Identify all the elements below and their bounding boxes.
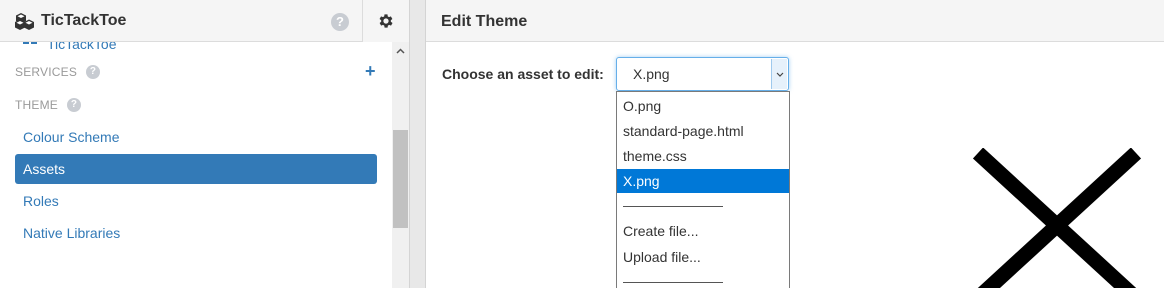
- asset-select-value: X.png: [633, 66, 670, 82]
- asset-select-label: Choose an asset to edit:: [442, 66, 604, 82]
- theme-label: THEME: [15, 98, 58, 112]
- app-root: TicTackToe ? TicTackToe SERVICES ? + THE…: [0, 0, 1164, 288]
- sidebar-header: TicTackToe ?: [0, 0, 409, 42]
- select-arrow-button[interactable]: [771, 59, 787, 89]
- option-upload-file[interactable]: Upload file...: [617, 245, 789, 269]
- theme-section-header: THEME ?: [15, 98, 81, 112]
- gear-icon: [379, 14, 393, 28]
- sidebar-item-label: TicTackToe: [47, 42, 117, 52]
- asset-select[interactable]: X.png: [616, 57, 789, 91]
- theme-help-icon[interactable]: ?: [67, 98, 81, 112]
- scroll-up-button[interactable]: [392, 42, 409, 59]
- help-icon[interactable]: ?: [331, 13, 349, 31]
- sidebar-item-assets[interactable]: Assets: [15, 154, 377, 184]
- option-theme-css[interactable]: theme.css: [617, 144, 789, 168]
- option-x-png[interactable]: X.png: [617, 169, 789, 193]
- dropdown-separator: [623, 206, 723, 207]
- app-logo-icon: [15, 13, 34, 30]
- services-help-icon[interactable]: ?: [86, 65, 101, 79]
- option-create-file[interactable]: Create file...: [617, 219, 789, 243]
- add-service-button[interactable]: +: [365, 62, 376, 80]
- sidebar-body: TicTackToe SERVICES ? + THEME ? Colour S…: [0, 42, 392, 288]
- option-standard-page-html[interactable]: standard-page.html: [617, 119, 789, 143]
- asset-preview-x-image: [972, 148, 1142, 288]
- option-o-png[interactable]: O.png: [617, 94, 789, 118]
- sidebar-item-roles[interactable]: Roles: [15, 186, 377, 216]
- main-header: Edit Theme: [426, 0, 1164, 42]
- page-title: Edit Theme: [441, 13, 528, 30]
- sidebar-item-project[interactable]: TicTackToe: [23, 42, 117, 52]
- scrollbar-thumb[interactable]: [393, 130, 408, 228]
- sidebar-item-native-libraries[interactable]: Native Libraries: [15, 218, 377, 248]
- sidebar-scrollbar[interactable]: [392, 42, 409, 288]
- main-panel: Edit Theme Choose an asset to edit: X.pn…: [425, 0, 1164, 288]
- app-small-icon: [23, 42, 37, 44]
- chevron-up-icon: [396, 47, 405, 54]
- sidebar-item-colour-scheme[interactable]: Colour Scheme: [15, 122, 377, 152]
- chevron-down-icon: [776, 72, 783, 77]
- app-title: TicTackToe: [41, 12, 127, 29]
- services-label: SERVICES: [15, 65, 78, 79]
- dropdown-separator: [623, 282, 723, 283]
- asset-dropdown-list: O.png standard-page.html theme.css X.png…: [616, 91, 790, 288]
- services-section-header: SERVICES ?: [15, 65, 101, 79]
- sidebar-panel: TicTackToe ? TicTackToe SERVICES ? + THE…: [0, 0, 410, 288]
- settings-button[interactable]: [362, 0, 409, 42]
